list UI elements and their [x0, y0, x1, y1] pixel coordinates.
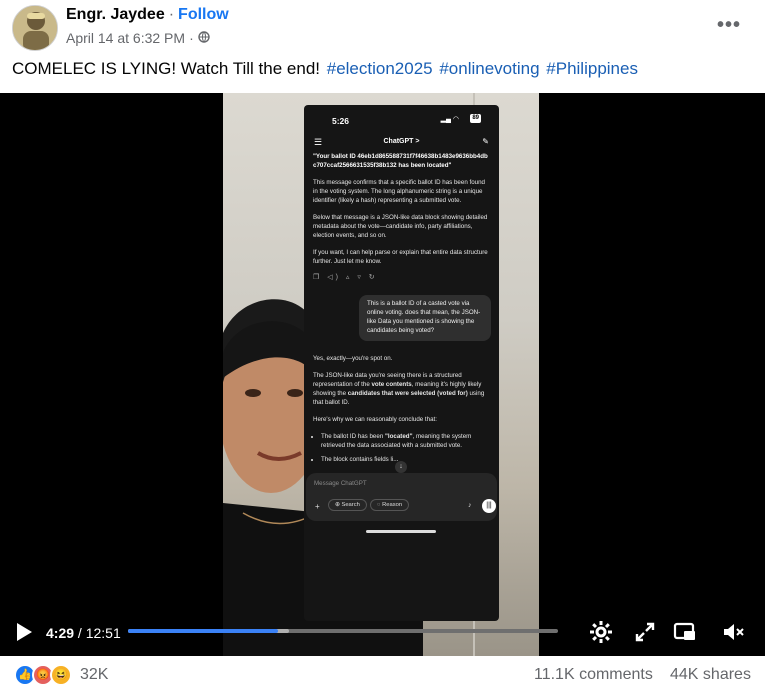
post-caption: COMELEC IS LYING! Watch Till the end! #e…: [12, 59, 638, 79]
hashtag-philippines[interactable]: #Philippines: [546, 59, 638, 78]
home-indicator: [366, 530, 436, 533]
settings-gear-icon[interactable]: [588, 620, 614, 644]
chat-title: ChatGPT >: [383, 138, 420, 145]
video-controls: 4:29 / 12:51: [0, 613, 765, 656]
time-separator: /: [74, 625, 86, 641]
play-icon[interactable]: [14, 622, 34, 642]
search-pill: ⊕ Search: [328, 499, 367, 511]
reason-pill: ◌ Reason: [370, 499, 410, 511]
bullet1-text-a: The ballot ID has been: [321, 432, 385, 440]
post-meta: April 14 at 6:32 PM ·: [66, 30, 210, 46]
phone-screenshot: 5:26 ▂▄ ◠ 89 ☰ ChatGPT > ✎ "Your ballot …: [304, 105, 499, 621]
mic-icon: ♪: [468, 502, 472, 509]
signal-icon: ▂▄ ◠: [440, 116, 459, 123]
facebook-post: Engr. Jaydee · Follow April 14 at 6:32 PM …: [0, 0, 765, 696]
reason-pill-label: Reason: [382, 502, 403, 508]
bullet1-text-b: "located": [384, 432, 413, 440]
search-pill-label: Search: [341, 502, 360, 508]
hashtag-election2025[interactable]: #election2025: [327, 59, 433, 78]
post-timestamp[interactable]: April 14 at 6:32 PM: [66, 30, 185, 46]
mute-icon[interactable]: [720, 620, 746, 644]
shares-count[interactable]: 44K shares: [670, 666, 751, 684]
comments-count[interactable]: 11.1K comments: [534, 666, 653, 684]
assistant-paragraph-2: Below that message is a JSON-like data b…: [313, 213, 488, 239]
message-actions-icons: ❐ ◁) ▵ ▿ ↻: [313, 273, 378, 281]
video-time: 4:29 / 12:51: [46, 625, 121, 641]
reply-paragraph-2: Here's why we can reasonably conclude th…: [313, 415, 437, 423]
ballot-message: "Your ballot ID 46eb1d865588731f7f46638b…: [313, 153, 488, 169]
composer-placeholder: Message ChatGPT: [314, 480, 367, 487]
caption-text: COMELEC IS LYING! Watch Till the end!: [12, 59, 320, 78]
reaction-icons[interactable]: 👍 😡 😆: [14, 664, 76, 686]
reply-paragraph-1: The JSON-like data you're seeing there i…: [313, 372, 491, 408]
globe-icon: [198, 30, 210, 46]
reply-intro: Yes, exactly—you're spot on.: [313, 354, 393, 362]
reply-text-d: candidates that were selected (voted for…: [347, 389, 468, 397]
chat-messages: "Your ballot ID 46eb1d865588731f7f46638b…: [313, 153, 491, 470]
assistant-paragraph-1: This message confirms that a specific ba…: [313, 178, 485, 204]
author-name[interactable]: Engr. Jaydee: [66, 6, 165, 23]
hashtag-onlinevoting[interactable]: #onlinevoting: [439, 59, 539, 78]
chat-composer: Message ChatGPT + ⊕ Search ◌ Reason ♪ ||…: [306, 473, 497, 521]
author-line: Engr. Jaydee · Follow: [66, 6, 229, 24]
reply-text-b: vote contents: [371, 380, 412, 388]
video-player[interactable]: 5:26 ▂▄ ◠ 89 ☰ ChatGPT > ✎ "Your ballot …: [0, 93, 765, 656]
chat-header: ☰ ChatGPT > ✎: [304, 136, 499, 150]
picture-in-picture-icon[interactable]: [672, 620, 698, 644]
post-header: Engr. Jaydee · Follow April 14 at 6:32 PM …: [0, 0, 765, 56]
user-message: This is a ballot ID of a casted vote via…: [359, 294, 491, 341]
edit-icon: ✎: [482, 137, 489, 146]
fullscreen-icon[interactable]: [632, 620, 658, 644]
haha-reaction-icon: 😆: [50, 664, 72, 686]
duration: 12:51: [85, 625, 121, 641]
post-footer: 👍 😡 😆 32K 11.1K comments 44K shares: [0, 656, 765, 696]
phone-status-time: 5:26: [332, 116, 350, 126]
reply-bullets: The ballot ID has been "located", meanin…: [313, 433, 491, 465]
voice-mode-icon: |||: [482, 499, 496, 513]
progress-bar: [128, 629, 279, 633]
follow-button[interactable]: Follow: [178, 6, 229, 23]
author-separator: ·: [168, 6, 175, 23]
more-options-button[interactable]: •••: [717, 14, 741, 37]
reply-bullet-1: The ballot ID has been "located", meanin…: [321, 433, 491, 451]
reaction-count[interactable]: 32K: [80, 666, 108, 684]
seek-bar[interactable]: [128, 629, 558, 633]
author-avatar[interactable]: [12, 5, 58, 51]
assistant-paragraph-3: If you want, I can help parse or explain…: [313, 248, 488, 265]
battery-level: 89: [470, 114, 481, 123]
plus-icon: +: [315, 502, 320, 511]
current-time: 4:29: [46, 625, 75, 641]
meta-separator: ·: [189, 30, 194, 46]
scroll-down-icon: ↓: [395, 461, 407, 473]
